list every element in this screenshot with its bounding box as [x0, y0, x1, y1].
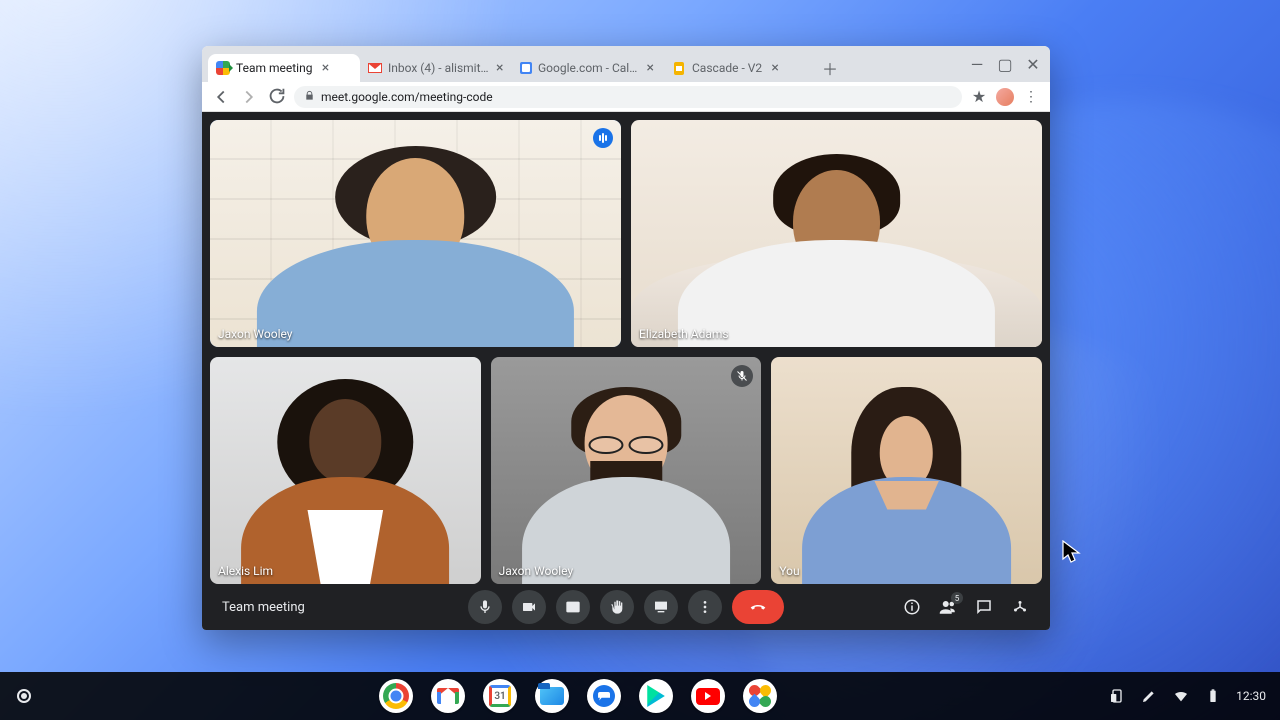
chromeos-shelf: 31 12:30 [0, 672, 1280, 720]
launcher-button[interactable] [17, 689, 31, 703]
participant-name: You [779, 564, 799, 578]
new-tab-button[interactable]: ＋ [816, 54, 844, 82]
shelf-apps: 31 [48, 679, 1108, 713]
tab-strip: Team meeting × Inbox (4) - alismith@gmai… [202, 46, 1050, 82]
meeting-title: Team meeting [222, 600, 305, 615]
video-row: Alexis Lim Jaxon Wooley [210, 357, 1042, 584]
back-button[interactable] [210, 86, 232, 108]
meet-icon [216, 61, 230, 75]
tab-team-meeting[interactable]: Team meeting × [208, 54, 360, 82]
app-files[interactable] [535, 679, 569, 713]
forward-button[interactable] [238, 86, 260, 108]
close-icon[interactable]: × [318, 61, 332, 75]
participant-name: Jaxon Wooley [499, 564, 573, 578]
chat-button[interactable] [974, 597, 994, 617]
video-grid: Jaxon Wooley Elizabeth Adams Alexis [210, 120, 1042, 584]
close-icon[interactable]: × [495, 61, 504, 75]
hang-up-button[interactable] [732, 590, 784, 624]
address-bar[interactable]: meet.google.com/meeting-code [294, 86, 962, 108]
browser-toolbar: meet.google.com/meeting-code ★ ⋮ [202, 82, 1050, 112]
gmail-icon [368, 61, 382, 75]
captions-button[interactable] [556, 590, 590, 624]
close-window-button[interactable]: ✕ [1020, 51, 1046, 77]
lock-icon [304, 90, 315, 104]
tab-label: Google.com - Calendar [538, 61, 638, 75]
app-photos[interactable] [743, 679, 777, 713]
phone-hub-icon[interactable] [1108, 687, 1126, 705]
video-tile[interactable]: Elizabeth Adams [631, 120, 1042, 347]
tab-label: Inbox (4) - alismith@gmail.com [388, 61, 489, 75]
clock: 12:30 [1236, 689, 1266, 703]
video-tile-self[interactable]: You [771, 357, 1042, 584]
tab-label: Team meeting [236, 61, 312, 75]
minimize-button[interactable]: — [964, 51, 990, 77]
url-text: meet.google.com/meeting-code [321, 90, 493, 104]
meet-content: Jaxon Wooley Elizabeth Adams Alexis [202, 112, 1050, 630]
camera-button[interactable] [512, 590, 546, 624]
activities-button[interactable] [1010, 597, 1030, 617]
tab-cascade[interactable]: Cascade - V2 × [664, 54, 816, 82]
maximize-button[interactable]: ▢ [992, 51, 1018, 77]
close-icon[interactable]: × [644, 61, 656, 75]
video-tile[interactable]: Jaxon Wooley [210, 120, 621, 347]
meet-controls-bar: Team meeting [210, 584, 1042, 630]
chrome-window: Team meeting × Inbox (4) - alismith@gmai… [202, 46, 1050, 630]
more-options-button[interactable] [688, 590, 722, 624]
app-calendar[interactable]: 31 [483, 679, 517, 713]
app-chrome[interactable] [379, 679, 413, 713]
close-icon[interactable]: × [768, 61, 782, 75]
status-tray[interactable]: 12:30 [1108, 687, 1280, 705]
battery-icon [1204, 687, 1222, 705]
speaking-indicator-icon [593, 128, 613, 148]
video-tile[interactable]: Alexis Lim [210, 357, 481, 584]
tab-calendar[interactable]: Google.com - Calendar × [512, 54, 664, 82]
participant-count-badge: 5 [951, 592, 963, 604]
participant-name: Alexis Lim [218, 564, 273, 578]
wifi-icon [1172, 687, 1190, 705]
people-button[interactable]: 5 [938, 597, 958, 617]
present-button[interactable] [644, 590, 678, 624]
reload-button[interactable] [266, 86, 288, 108]
app-gmail[interactable] [431, 679, 465, 713]
mic-button[interactable] [468, 590, 502, 624]
participant-name: Elizabeth Adams [639, 327, 729, 341]
app-play-store[interactable] [639, 679, 673, 713]
tab-inbox[interactable]: Inbox (4) - alismith@gmail.com × [360, 54, 512, 82]
video-tile[interactable]: Jaxon Wooley [491, 357, 762, 584]
bookmark-button[interactable]: ★ [968, 86, 990, 108]
app-youtube[interactable] [691, 679, 725, 713]
tab-label: Cascade - V2 [692, 61, 762, 75]
calendar-icon [520, 61, 532, 75]
stylus-icon[interactable] [1140, 687, 1158, 705]
profile-avatar[interactable] [996, 88, 1014, 106]
mouse-cursor [1062, 540, 1082, 570]
slides-icon [672, 61, 686, 75]
raise-hand-button[interactable] [600, 590, 634, 624]
meeting-details-button[interactable] [902, 597, 922, 617]
app-messages[interactable] [587, 679, 621, 713]
browser-menu-button[interactable]: ⋮ [1020, 86, 1042, 108]
window-controls: — ▢ ✕ [964, 46, 1046, 82]
participant-name: Jaxon Wooley [218, 327, 292, 341]
